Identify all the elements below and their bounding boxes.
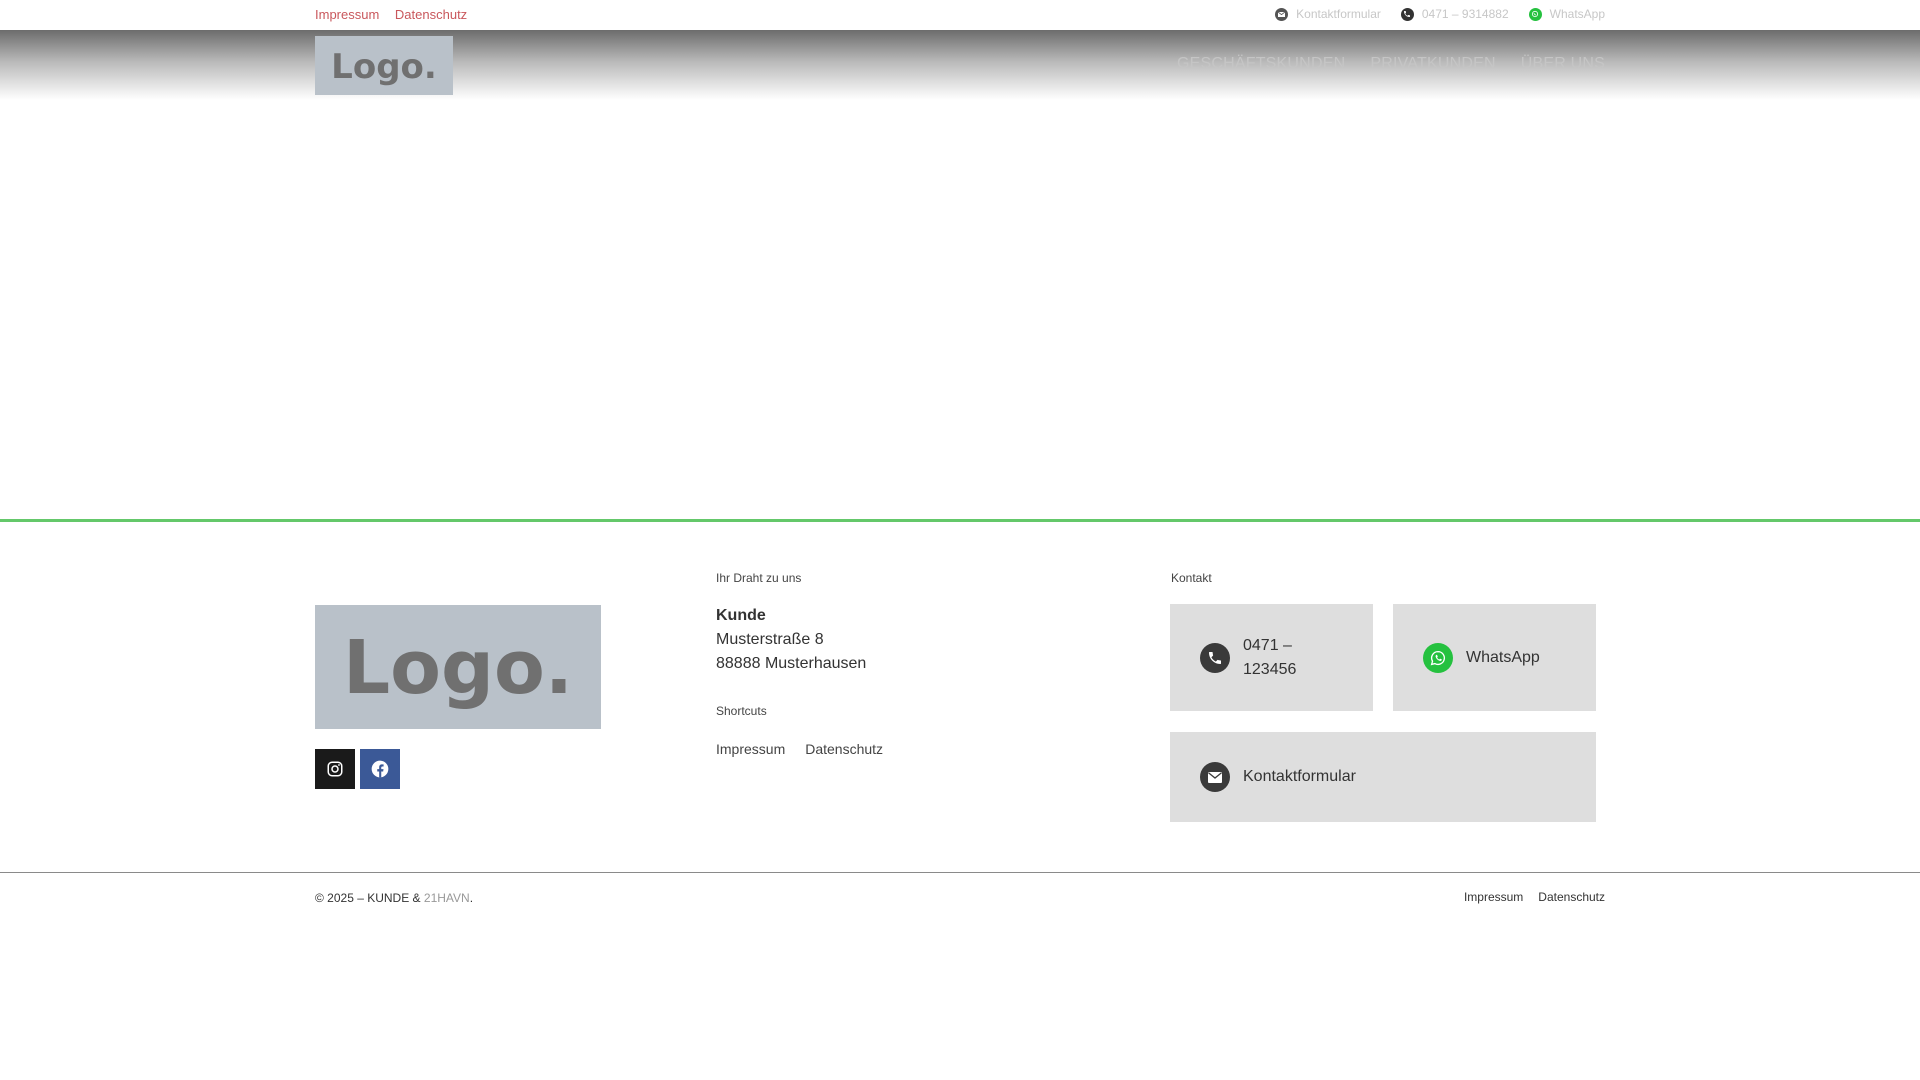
top-link-impressum[interactable]: Impressum: [315, 7, 379, 22]
agency-link[interactable]: 21HAVN: [424, 891, 470, 905]
whatsapp-contact-label: WhatsApp: [1466, 648, 1540, 666]
copyright: © 2025 – KUNDE & 21HAVN.: [315, 891, 473, 905]
header-logo[interactable]: Logo.: [315, 36, 453, 95]
address-block: Kunde Musterstraße 8 88888 Musterhausen: [716, 604, 866, 676]
top-phone-link[interactable]: 0471 – 9314882: [1400, 7, 1509, 21]
contact-form-label: Kontaktformular: [1243, 768, 1356, 785]
top-bar: Impressum Datenschutz Kontaktformular 04…: [0, 0, 1920, 30]
top-bar-links: Impressum Datenschutz: [315, 7, 479, 22]
top-whatsapp-label: WhatsApp: [1549, 7, 1605, 21]
facebook-button[interactable]: [360, 749, 400, 789]
address-street: Musterstraße 8: [716, 631, 824, 648]
address-city: 88888 Musterhausen: [716, 655, 867, 672]
nav-item-ueber-uns[interactable]: ÜBER UNS: [1521, 55, 1605, 73]
top-bar-contact: Kontaktformular 0471 – 9314882 WhatsApp: [1275, 7, 1605, 21]
whatsapp-icon: [1528, 7, 1542, 21]
top-phone-label: 0471 – 9314882: [1421, 7, 1509, 21]
bottom-links: Impressum Datenschutz: [1464, 890, 1605, 904]
header-logo-text: Logo.: [331, 47, 437, 87]
copyright-period: .: [469, 891, 474, 905]
address-name: Kunde: [716, 607, 766, 624]
bottom-divider: [0, 872, 1920, 873]
nav-item-privatkunden[interactable]: PRIVATKUNDEN: [1370, 55, 1495, 73]
kontakt-label: Kontakt: [1171, 571, 1212, 585]
phone-line-2: 123456: [1243, 660, 1297, 678]
draht-label: Ihr Draht zu uns: [716, 571, 802, 585]
shortcuts-links: Impressum Datenschutz: [716, 741, 883, 757]
phone-icon: [1200, 642, 1230, 673]
phone-line-1: 0471 –: [1243, 636, 1292, 654]
footer-logo[interactable]: Logo.: [315, 605, 601, 729]
green-divider: [0, 519, 1920, 522]
mail-icon: [1200, 762, 1230, 792]
shortcut-datenschutz[interactable]: Datenschutz: [805, 741, 883, 757]
top-whatsapp-link[interactable]: WhatsApp: [1528, 7, 1605, 21]
bottom-link-impressum[interactable]: Impressum: [1464, 890, 1523, 904]
bottom-link-datenschutz[interactable]: Datenschutz: [1538, 890, 1605, 904]
whatsapp-icon: [1423, 642, 1453, 673]
main-nav: GESCHÄFTSKUNDEN PRIVATKUNDEN ÜBER UNS: [1177, 55, 1605, 73]
phone-icon: [1400, 7, 1414, 21]
top-contact-form-link[interactable]: Kontaktformular: [1275, 7, 1381, 21]
phone-contact-button[interactable]: 0471 – 123456: [1170, 604, 1373, 711]
mail-icon: [1275, 7, 1289, 21]
copyright-text: © 2025 – KUNDE &: [315, 891, 424, 905]
instagram-icon: [327, 761, 343, 777]
top-link-datenschutz[interactable]: Datenschutz: [395, 7, 467, 22]
phone-contact-label: 0471 – 123456: [1243, 634, 1296, 682]
footer-logo-text: Logo.: [343, 625, 573, 711]
whatsapp-contact-button[interactable]: WhatsApp: [1393, 604, 1596, 711]
shortcuts-label: Shortcuts: [716, 704, 767, 718]
nav-item-geschaeftskunden[interactable]: GESCHÄFTSKUNDEN: [1177, 55, 1345, 73]
facebook-icon: [371, 760, 389, 778]
shortcut-impressum[interactable]: Impressum: [716, 741, 785, 757]
contact-form-button[interactable]: Kontaktformular: [1170, 732, 1596, 822]
site-header: Logo. GESCHÄFTSKUNDEN PRIVATKUNDEN ÜBER …: [0, 30, 1920, 100]
top-contact-form-label: Kontaktformular: [1296, 7, 1381, 21]
instagram-button[interactable]: [315, 749, 355, 789]
